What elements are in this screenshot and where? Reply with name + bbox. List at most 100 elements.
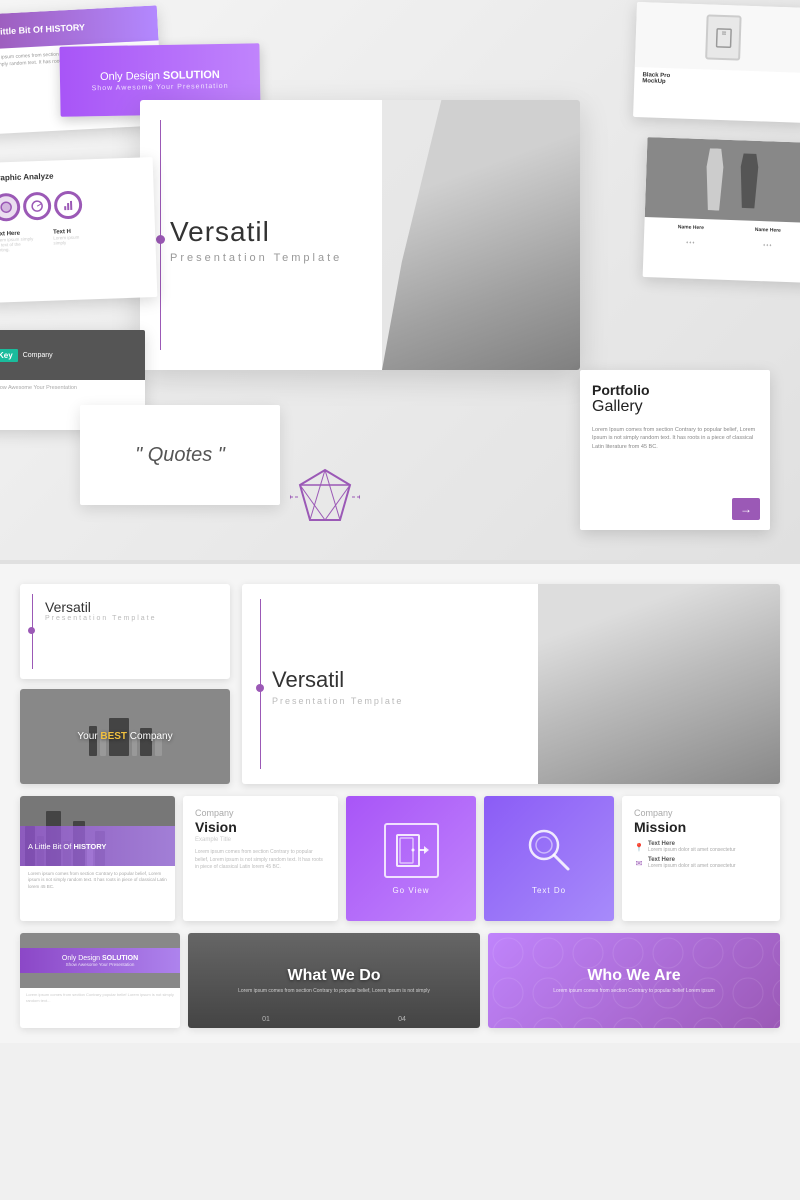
people-background bbox=[645, 137, 800, 223]
history-header-text: A Little Bit Of HISTORY bbox=[0, 22, 85, 37]
company-overlay: Your BEST Company bbox=[20, 689, 230, 784]
thumb-who-we-are[interactable]: Who We Are Lorem ipsum comes from sectio… bbox=[488, 933, 780, 1028]
large-main-slide: Versatil Presentation Template bbox=[242, 584, 780, 784]
circle-1 bbox=[0, 193, 21, 222]
magnifier-icon bbox=[524, 825, 574, 875]
portfolio-text: Lorem Ipsum comes from section Contrary … bbox=[580, 421, 770, 456]
bottom-row-3: Only Design SOLUTION Show Awesome Your P… bbox=[20, 933, 780, 1028]
pin-icon: 📍 bbox=[634, 842, 644, 852]
who-title: Who We Are bbox=[587, 967, 680, 985]
what-numbers: 01 04 bbox=[188, 1016, 480, 1023]
thumb-what-we-do[interactable]: What We Do Lorem ipsum comes from sectio… bbox=[188, 933, 480, 1028]
key-bottom: Show Awesome Your Presentation bbox=[0, 380, 145, 396]
solution-top: Only Design SOLUTION Show Awesome Your P… bbox=[20, 933, 180, 988]
vision-title: Vision bbox=[195, 819, 326, 835]
thumb-versatil[interactable]: Versatil Presentation Template bbox=[20, 584, 230, 679]
main-slide-right bbox=[382, 100, 580, 370]
large-dot bbox=[256, 684, 264, 692]
slide-history-bottom[interactable]: A Little Bit Of HISTORY Lorem ipsum come… bbox=[20, 796, 175, 921]
thumb-company[interactable]: Your BEST Company bbox=[20, 689, 230, 784]
what-title: What We Do bbox=[287, 967, 380, 985]
person-social-2: ♦ ♦ ♦ bbox=[763, 242, 772, 247]
solution-title: Only Design SOLUTION bbox=[100, 68, 220, 82]
mission-title: Mission bbox=[634, 819, 768, 835]
what-num-2: 04 bbox=[398, 1016, 406, 1023]
portfolio-body: Lorem Ipsum comes from section Contrary … bbox=[592, 426, 758, 451]
solution-sub: Show Awesome Your Presentation bbox=[92, 82, 229, 91]
search-label: Text Do bbox=[532, 886, 566, 895]
diamond-icon bbox=[290, 465, 360, 525]
circle-3 bbox=[54, 191, 83, 220]
main-center-slide: Versatil Presentation Template bbox=[140, 100, 580, 370]
what-num-1: 01 bbox=[262, 1016, 270, 1023]
person-1 bbox=[699, 148, 729, 211]
solution-bottom: Lorem ipsum comes from section Contrary … bbox=[20, 988, 180, 1007]
bottom-row-1: Versatil Presentation Template bbox=[20, 584, 780, 784]
main-slide-left: Versatil Presentation Template bbox=[140, 100, 382, 370]
portfolio-subtitle: Gallery bbox=[592, 398, 758, 416]
history-overlay-text: A Little Bit Of HISTORY bbox=[28, 842, 106, 851]
diamond-container bbox=[290, 465, 360, 530]
go-view-icon bbox=[384, 823, 439, 878]
key-badge: Key bbox=[0, 349, 18, 362]
people-info: Name Here ♦ ♦ ♦ Name Here ♦ ♦ ♦ bbox=[643, 217, 800, 259]
solution-title-sm: Only Design SOLUTION bbox=[62, 955, 138, 962]
mission-label: Company bbox=[634, 808, 768, 818]
door-icon bbox=[394, 833, 429, 868]
company-bold: BEST bbox=[100, 731, 127, 742]
who-sub: Lorem ipsum comes from section Contrary … bbox=[543, 988, 724, 994]
mockup-visual bbox=[635, 2, 800, 73]
thumb-sub: Presentation Template bbox=[45, 615, 215, 622]
who-content: Who We Are Lorem ipsum comes from sectio… bbox=[488, 933, 780, 1028]
key-text: Company bbox=[23, 352, 53, 359]
top-section: A Little Bit Of HISTORY Lorem ipsum come… bbox=[0, 0, 800, 560]
main-subtitle: Presentation Template bbox=[170, 252, 362, 264]
large-title: Versatil bbox=[272, 667, 523, 693]
vision-text: Lorem ipsum comes from section Contrary … bbox=[195, 849, 326, 872]
graph-label: Graphic Analyze bbox=[0, 172, 54, 183]
person-name-1: Name Here bbox=[678, 224, 704, 231]
mail-icon: ✉ bbox=[634, 858, 644, 868]
slide-vision[interactable]: Company Vision Example Title Lorem ipsum… bbox=[183, 796, 338, 921]
mockup-bottom: Black Pro MockUp bbox=[634, 67, 800, 95]
slide-mockup-topright: Black Pro MockUp bbox=[633, 2, 800, 123]
portfolio-arrow[interactable]: → bbox=[732, 498, 760, 520]
quotes-text: " Quotes " bbox=[135, 444, 225, 467]
graph-circles bbox=[0, 183, 155, 227]
large-slide-right bbox=[538, 584, 780, 784]
main-slide-inner: Versatil Presentation Template bbox=[140, 100, 580, 370]
rock-background bbox=[382, 100, 580, 370]
slide-mission[interactable]: Company Mission 📍 Text Here Lorem ipsum … bbox=[622, 796, 780, 921]
go-view-label: Go View bbox=[392, 886, 429, 895]
mission-sub-2: Lorem ipsum dolor sit amet consectetur bbox=[648, 863, 736, 869]
person-name-2: Name Here bbox=[755, 227, 781, 234]
mission-items: 📍 Text Here Lorem ipsum dolor sit amet c… bbox=[634, 841, 768, 869]
large-sub: Presentation Template bbox=[272, 696, 523, 706]
person-2 bbox=[736, 153, 763, 209]
what-content: What We Do Lorem ipsum comes from sectio… bbox=[188, 933, 480, 1028]
key-sub: Show Awesome Your Presentation bbox=[0, 385, 137, 391]
history-bottom-content: Lorem ipsum comes from section Contrary … bbox=[20, 866, 175, 895]
tablet-icon bbox=[705, 14, 742, 60]
slide-go-view[interactable]: Go View bbox=[346, 796, 476, 921]
portfolio-title: Portfolio bbox=[592, 382, 758, 398]
history-overlay: A Little Bit Of HISTORY bbox=[20, 826, 175, 866]
history-body: Lorem ipsum comes from section Contrary … bbox=[28, 871, 167, 890]
vision-sub: Example Title bbox=[195, 837, 326, 843]
what-sub: Lorem ipsum comes from section Contrary … bbox=[238, 988, 430, 994]
person-card-1: Name Here ♦ ♦ ♦ bbox=[677, 224, 704, 249]
large-rock-bg bbox=[538, 584, 780, 784]
slide-people: Name Here ♦ ♦ ♦ Name Here ♦ ♦ ♦ bbox=[643, 137, 800, 283]
thumb-solution-bottom[interactable]: Only Design SOLUTION Show Awesome Your P… bbox=[20, 933, 180, 1028]
key-background: Key Company bbox=[0, 330, 145, 380]
slide-search[interactable]: Text Do bbox=[484, 796, 614, 921]
solution-band: Only Design SOLUTION Show Awesome Your P… bbox=[20, 948, 180, 973]
history-bg: A Little Bit Of HISTORY bbox=[20, 796, 175, 866]
thumb-dot bbox=[28, 627, 35, 634]
slide-quotes: " Quotes " bbox=[80, 405, 280, 505]
main-title: Versatil bbox=[170, 216, 362, 248]
person-social-1: ♦ ♦ ♦ bbox=[686, 239, 695, 244]
large-slide-left: Versatil Presentation Template bbox=[242, 584, 538, 784]
search-icon-big bbox=[522, 823, 577, 878]
thumb-title: Versatil bbox=[45, 599, 215, 615]
